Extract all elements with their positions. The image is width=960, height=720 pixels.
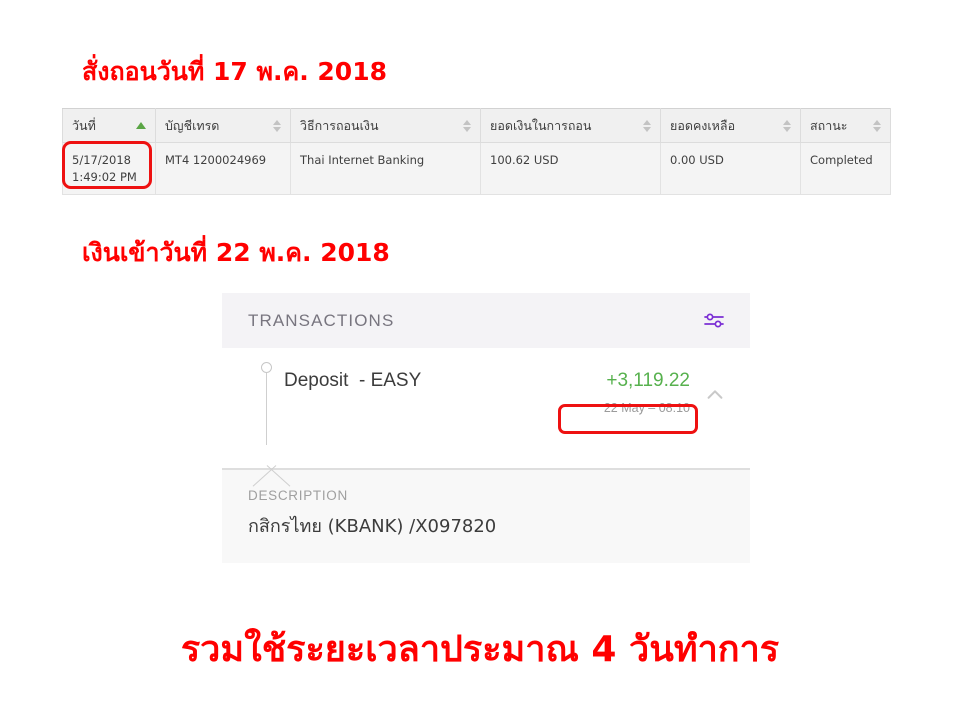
column-header-account-label: บัญชีเทรด [165,117,220,133]
cell-date-day: 5/17/2018 [72,153,131,167]
table-row[interactable]: 5/17/2018 1:49:02 PM MT4 1200024969 Thai… [62,141,891,196]
chevron-up-icon[interactable] [704,384,726,406]
headline-withdraw-request: สั่งถอนวันที่ 17 พ.ค. 2018 [82,57,387,86]
transactions-title: TRANSACTIONS [248,310,395,330]
sort-ascending-icon[interactable] [136,122,146,129]
transactions-card-header: TRANSACTIONS [222,293,750,348]
transaction-entry[interactable]: Deposit - EASY +3,119.22 22 May – 08:10 [222,348,750,487]
transactions-card: TRANSACTIONS Deposit - EASY +3,119.22 22… [222,293,750,563]
cell-method: Thai Internet Banking [290,141,481,196]
transaction-amount: +3,119.22 [606,370,690,391]
column-header-account[interactable]: บัญชีเทรด [155,108,291,143]
column-header-balance[interactable]: ยอดคงเหลือ [660,108,801,143]
cell-amount: 100.62 USD [480,141,661,196]
column-header-amount-label: ยอดเงินในการถอน [490,117,592,133]
slide-canvas: สั่งถอนวันที่ 17 พ.ค. 2018 วันที่ บัญชีเ… [0,0,960,720]
column-header-date[interactable]: วันที่ [62,108,156,143]
column-header-status[interactable]: สถานะ [800,108,891,143]
sort-toggle-icon[interactable] [783,119,791,132]
column-header-method-label: วิธีการถอนเงิน [300,117,379,133]
description-value: กสิกรไทย (KBANK) /X097820 [248,516,497,537]
cell-account: MT4 1200024969 [155,141,291,196]
headline-deposit-received: เงินเข้าวันที่ 22 พ.ค. 2018 [82,238,390,267]
timeline-marker-icon [252,362,326,487]
sort-toggle-icon[interactable] [463,119,471,132]
description-label: DESCRIPTION [248,488,348,503]
column-header-amount[interactable]: ยอดเงินในการถอน [480,108,661,143]
sliders-icon[interactable] [702,309,726,333]
column-header-balance-label: ยอดคงเหลือ [670,117,736,133]
cell-date: 5/17/2018 1:49:02 PM [62,141,156,196]
sort-toggle-icon[interactable] [273,119,281,132]
sort-toggle-icon[interactable] [873,119,881,132]
cell-date-time: 1:49:02 PM [72,169,137,184]
column-header-method[interactable]: วิธีการถอนเงิน [290,108,481,143]
column-header-status-label: สถานะ [810,117,848,133]
transaction-description: DESCRIPTION กสิกรไทย (KBANK) /X097820 [222,470,750,563]
cell-balance: 0.00 USD [660,141,801,196]
headline-summary: รวมใช้ระยะเวลาประมาณ 4 วันทำการ [180,629,780,670]
column-header-date-label: วันที่ [72,117,96,133]
table-header-row: วันที่ บัญชีเทรด วิธีการถอนเงิน ยอดเงินใ… [62,108,891,143]
withdrawal-history-table: วันที่ บัญชีเทรด วิธีการถอนเงิน ยอดเงินใ… [62,108,891,196]
sort-toggle-icon[interactable] [643,119,651,132]
transaction-date: 22 May – 08:10 [603,401,690,415]
cell-status: Completed [800,141,891,196]
